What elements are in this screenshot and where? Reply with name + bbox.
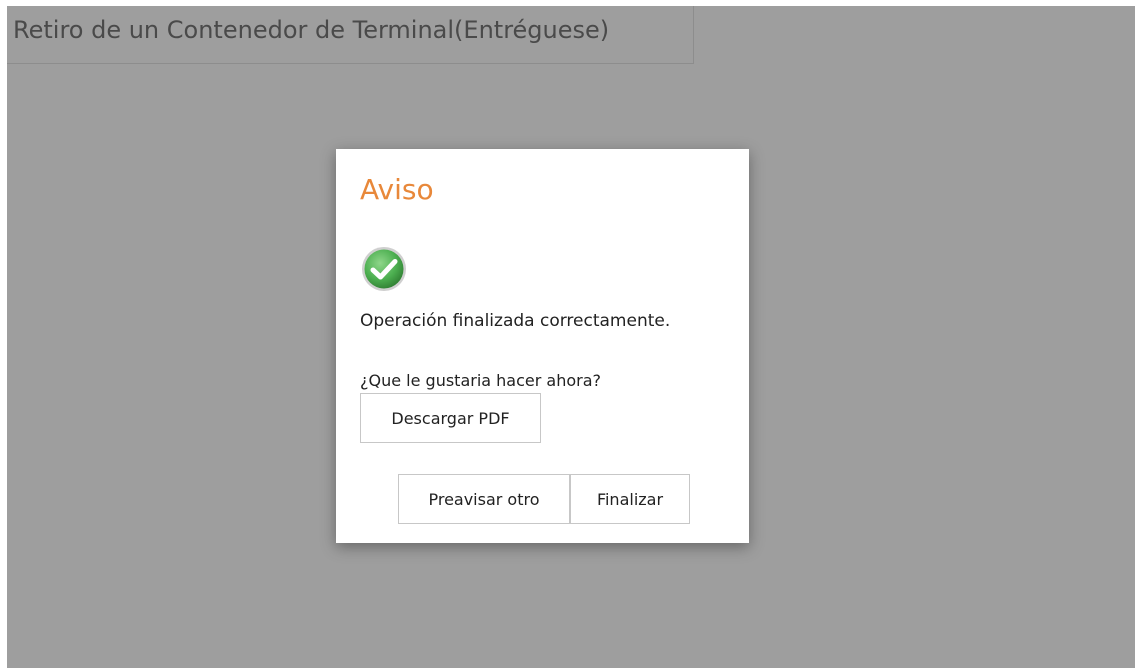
finalizar-button[interactable]: Finalizar (570, 474, 690, 524)
page-header: Retiro de un Contenedor de Terminal(Entr… (7, 6, 694, 64)
notice-dialog: Aviso Operación finalizada correctamente… (336, 149, 749, 543)
download-pdf-button[interactable]: Descargar PDF (360, 393, 541, 443)
page-title: Retiro de un Contenedor de Terminal(Entr… (13, 16, 610, 44)
preavisar-otro-button[interactable]: Preavisar otro (398, 474, 570, 524)
dialog-title: Aviso (360, 173, 434, 206)
check-circle-icon (362, 247, 406, 291)
next-action-question: ¿Que le gustaria hacer ahora? (360, 371, 602, 390)
success-message: Operación finalizada correctamente. (360, 311, 671, 331)
